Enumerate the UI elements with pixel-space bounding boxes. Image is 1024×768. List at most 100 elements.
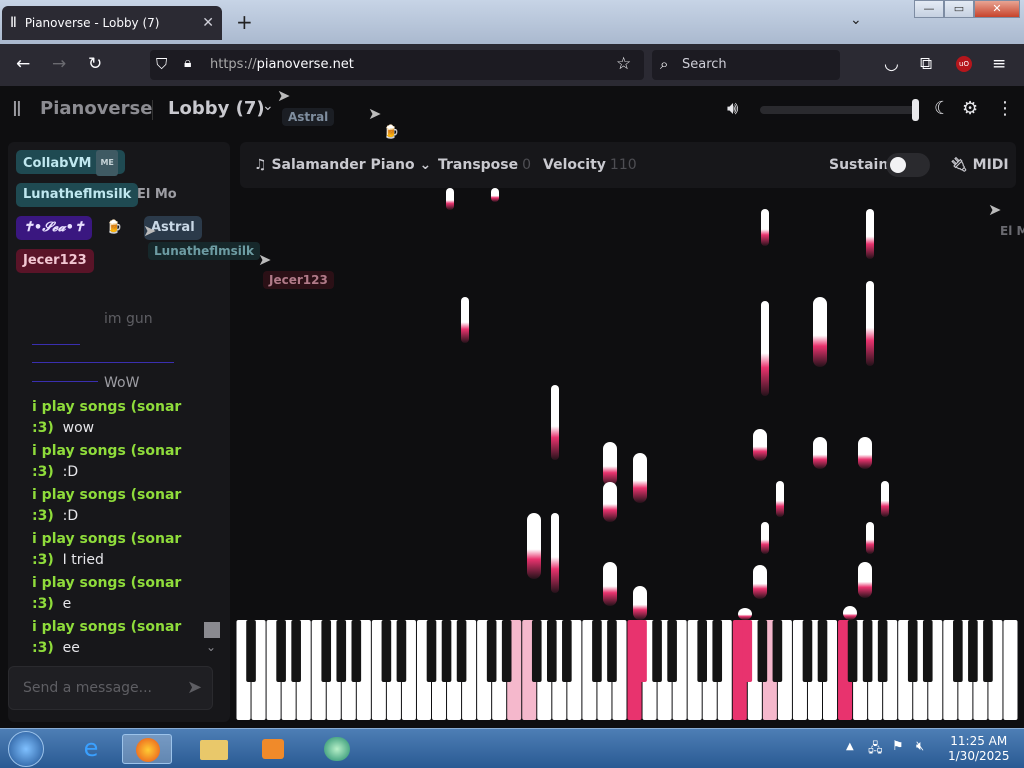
user-badge-jecer123[interactable]: Jecer123 [16,249,94,273]
black-key[interactable] [637,620,647,682]
ublock-origin-icon[interactable]: uO [956,56,972,72]
black-key[interactable] [877,620,888,682]
app-logo[interactable]: Pianoverse [40,98,152,119]
black-key[interactable] [456,620,467,682]
black-key[interactable] [501,620,512,682]
chat-author[interactable]: i play songs (sonar [32,443,181,459]
menu-hamburger-icon[interactable]: ≡ [992,54,1006,74]
black-key[interactable] [321,620,332,682]
black-key[interactable] [847,620,858,682]
chat-author[interactable]: :3) [32,420,54,436]
room-name[interactable]: Lobby (7) [168,98,265,119]
black-key[interactable] [802,620,813,682]
tab-list-chevron-icon[interactable]: ⌄ [850,12,862,28]
black-key[interactable] [426,620,437,682]
midi-button[interactable]: 🔌︎ MIDI [950,157,1009,173]
black-key[interactable] [592,620,602,682]
black-key[interactable] [772,620,783,682]
chat-author[interactable]: i play songs (sonar [32,531,181,547]
minimize-button[interactable]: — [914,0,944,18]
chat-scrollbar-thumb[interactable] [204,622,220,638]
black-key[interactable] [907,620,918,682]
chat-author[interactable]: :3) [32,508,54,524]
network-icon[interactable]: 🖧︎ [868,739,883,761]
volume-icon[interactable]: 🔊︎ [727,98,738,119]
new-tab-button[interactable]: + [236,10,253,34]
user-badge-lunatheflmsilk[interactable]: Lunatheflmsilk [16,183,139,207]
black-key[interactable] [291,620,301,682]
gear-icon[interactable]: ⚙ [962,98,978,119]
black-key[interactable] [351,620,362,682]
maximize-button[interactable]: ▭ [944,0,974,18]
user-badge-sea[interactable]: ✝•𝓢𝓮𝓪•✝ [16,216,92,240]
black-key[interactable] [667,620,677,682]
black-key[interactable] [336,620,347,682]
black-key[interactable] [562,620,572,682]
transpose-control[interactable]: Transpose 0 [438,157,531,173]
black-key[interactable] [486,620,497,682]
dark-mode-moon-icon[interactable]: ☾ [934,98,950,119]
reload-icon[interactable]: ↻ [88,54,102,74]
tray-expand-icon[interactable]: ▲ [846,741,854,752]
chat-author[interactable]: i play songs (sonar [32,399,181,415]
volume-slider[interactable] [760,106,916,114]
extensions-icon[interactable]: ⧉ [920,54,932,74]
chat-author[interactable]: :3) [32,552,54,568]
user-badge-collabvm[interactable]: CollabVM ME [16,150,125,176]
black-key[interactable] [531,620,542,682]
velocity-control[interactable]: Velocity 110 [543,157,637,173]
search-input[interactable]: Search [682,57,727,72]
tab-close-icon[interactable]: ✕ [202,15,214,31]
tray-clock[interactable]: 11:25 AM 1/30/2025 [948,734,1010,764]
black-key[interactable] [742,620,753,682]
black-key[interactable] [757,620,768,682]
black-key[interactable] [922,620,933,682]
chat-author[interactable]: i play songs (sonar [32,575,181,591]
search-bar[interactable]: ⌕ Search [652,50,840,80]
window-close-button[interactable]: ✕ [974,0,1020,18]
scroll-down-chevron-icon[interactable]: ⌄ [206,640,216,654]
app-taskbar-icon[interactable] [312,734,362,764]
url-bar[interactable]: ⛉ 🔒︎ https://pianoverse.net ☆ [150,50,644,80]
volume-muted-icon[interactable]: 🔇︎ [916,739,924,754]
black-key[interactable] [246,620,256,682]
user-badge-elmo[interactable]: El Mo [130,183,184,207]
instrument-select[interactable]: ♫ Salamander Piano ⌄ [254,157,431,173]
chat-author[interactable]: :3) [32,596,54,612]
sustain-toggle[interactable] [886,153,930,177]
shield-icon[interactable]: ⛉ [156,55,167,73]
volume-slider-knob[interactable] [912,99,919,121]
chat-author[interactable]: :3) [32,464,54,480]
chevron-down-icon[interactable]: ⌄ [262,98,274,114]
file-explorer-icon[interactable] [188,734,238,764]
black-key[interactable] [968,620,978,682]
black-key[interactable] [817,620,828,682]
send-icon[interactable]: ➤ [187,677,202,698]
url-text[interactable]: https://pianoverse.net [210,57,354,72]
piano-keyboard[interactable] [236,620,1018,720]
black-key[interactable] [546,620,557,682]
media-player-icon[interactable] [248,734,298,764]
black-key[interactable] [396,620,407,682]
forward-arrow-icon[interactable]: → [52,54,66,74]
white-key[interactable] [1003,620,1018,720]
lock-icon[interactable]: 🔒︎ [184,55,191,71]
black-key[interactable] [862,620,873,682]
chat-author[interactable]: i play songs (sonar [32,619,181,635]
black-key[interactable] [983,620,993,682]
more-vertical-icon[interactable]: ⋮ [996,98,1014,119]
internet-explorer-icon[interactable]: e [66,734,116,764]
chat-author[interactable]: i play songs (sonar [32,487,181,503]
black-key[interactable] [712,620,723,682]
black-key[interactable] [607,620,617,682]
black-key[interactable] [953,620,963,682]
black-key[interactable] [652,620,662,682]
start-button[interactable] [8,731,44,767]
pocket-icon[interactable]: ◡ [884,54,899,74]
action-center-flag-icon[interactable]: ⚑ [892,739,904,754]
black-key[interactable] [697,620,708,682]
chat-author[interactable]: :3) [32,640,54,656]
black-key[interactable] [276,620,286,682]
black-key[interactable] [441,620,452,682]
message-input[interactable]: Send a message... ➤ [8,666,213,710]
